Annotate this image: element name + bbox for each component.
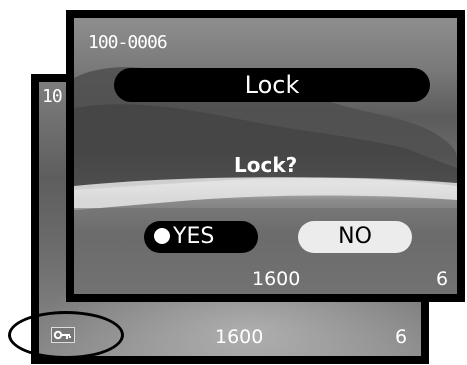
lock-icon-highlight (8, 311, 124, 359)
yes-button[interactable]: YES (144, 221, 258, 253)
frame-count: 6 (436, 268, 449, 290)
front-screen: 100-0006 Lock Lock? YES NO 1600 6 (66, 10, 465, 302)
front-photo: 100-0006 Lock Lock? YES NO 1600 6 (74, 18, 457, 294)
iso-value: 1600 (252, 268, 301, 290)
back-iso-value: 1600 (215, 326, 264, 348)
back-frame-number: 10 (42, 86, 63, 107)
yes-label: YES (173, 224, 215, 249)
back-frame-count: 6 (395, 326, 408, 348)
no-button[interactable]: NO (298, 221, 412, 253)
lock-prompt: Lock? (234, 153, 298, 177)
selected-indicator-icon (154, 228, 170, 244)
frame-number: 100-0006 (88, 32, 168, 53)
dialog-title: Lock (114, 68, 430, 102)
